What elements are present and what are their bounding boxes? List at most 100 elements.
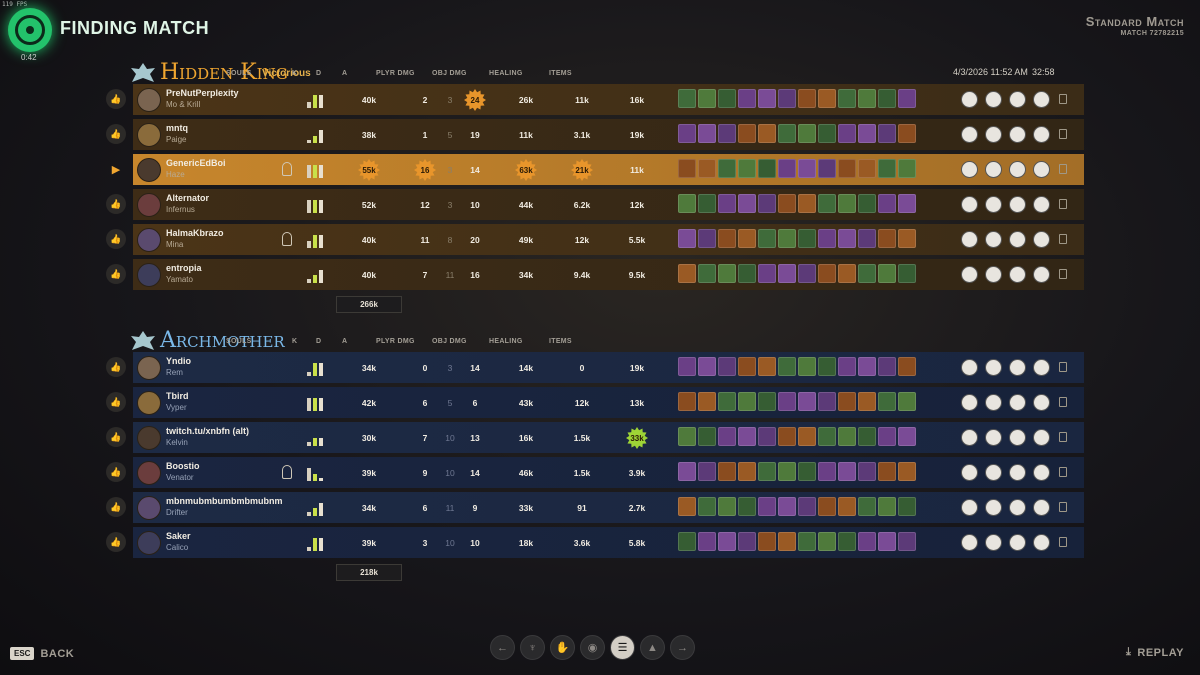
- item-icon[interactable]: [718, 392, 736, 411]
- item-icon[interactable]: [858, 264, 876, 283]
- item-icon[interactable]: [778, 264, 796, 283]
- item-icon[interactable]: [738, 229, 756, 248]
- item-icon[interactable]: [838, 194, 856, 213]
- copy-icon[interactable]: [1059, 129, 1067, 139]
- item-icon[interactable]: [798, 497, 816, 516]
- ability-icon[interactable]: [1033, 126, 1050, 143]
- item-icon[interactable]: [778, 497, 796, 516]
- item-icon[interactable]: [798, 229, 816, 248]
- item-icon[interactable]: [718, 264, 736, 283]
- ability-icon[interactable]: [1033, 231, 1050, 248]
- ability-icon[interactable]: [985, 161, 1002, 178]
- item-icon[interactable]: [758, 264, 776, 283]
- player-row[interactable]: entropia Yamato 40k 7 11 16 34k 9.4k 9.5k: [133, 259, 1084, 290]
- item-icon[interactable]: [718, 159, 736, 178]
- player-row[interactable]: twitch.tu/xnbfn (alt) Kelvin 30k 7 10 13 16k 1.…: [133, 422, 1084, 453]
- item-icon[interactable]: [718, 532, 736, 551]
- item-icon[interactable]: [698, 124, 716, 143]
- item-icon[interactable]: [798, 264, 816, 283]
- item-icon[interactable]: [898, 532, 916, 551]
- item-icon[interactable]: [738, 497, 756, 516]
- player-row[interactable]: GenericEdBoi Haze 55k 16 3 14 63k 21k 11k: [133, 154, 1084, 185]
- item-icon[interactable]: [758, 357, 776, 376]
- item-icon[interactable]: [838, 392, 856, 411]
- item-icon[interactable]: [778, 229, 796, 248]
- item-icon[interactable]: [758, 427, 776, 446]
- item-icon[interactable]: [698, 194, 716, 213]
- player-row[interactable]: mntq Paige 38k 1 5 19 11k 3.1k 19k: [133, 119, 1084, 150]
- item-icon[interactable]: [858, 89, 876, 108]
- item-icon[interactable]: [718, 357, 736, 376]
- item-icon[interactable]: [678, 124, 696, 143]
- ability-icon[interactable]: [1009, 161, 1026, 178]
- copy-icon[interactable]: [1059, 502, 1067, 512]
- ability-icon[interactable]: [1009, 91, 1026, 108]
- item-icon[interactable]: [818, 264, 836, 283]
- ability-icon[interactable]: [985, 196, 1002, 213]
- item-icon[interactable]: [698, 89, 716, 108]
- item-icon[interactable]: [718, 462, 736, 481]
- item-icon[interactable]: [838, 159, 856, 178]
- ability-icon[interactable]: [961, 126, 978, 143]
- item-icon[interactable]: [858, 357, 876, 376]
- endorse-button[interactable]: 👍: [106, 532, 126, 552]
- ability-icon[interactable]: [1033, 91, 1050, 108]
- ability-icon[interactable]: [985, 499, 1002, 516]
- item-icon[interactable]: [698, 462, 716, 481]
- item-icon[interactable]: [898, 89, 916, 108]
- item-icon[interactable]: [838, 229, 856, 248]
- item-icon[interactable]: [858, 532, 876, 551]
- item-icon[interactable]: [738, 392, 756, 411]
- item-icon[interactable]: [738, 89, 756, 108]
- ability-icon[interactable]: [961, 231, 978, 248]
- item-icon[interactable]: [858, 392, 876, 411]
- item-icon[interactable]: [738, 462, 756, 481]
- item-icon[interactable]: [758, 124, 776, 143]
- ability-icon[interactable]: [1033, 464, 1050, 481]
- player-row[interactable]: Yndio Rem 34k 0 3 14 14k 0 19k: [133, 352, 1084, 383]
- player-row[interactable]: PreNutPerplexity Mo & Krill 40k 2 3 24 26k 11k 1…: [133, 84, 1084, 115]
- ability-icon[interactable]: [961, 534, 978, 551]
- player-row[interactable]: HalmaKbrazo Mina 40k 11 8 20 49k 12k 5.5k: [133, 224, 1084, 255]
- endorse-button[interactable]: 👍: [106, 392, 126, 412]
- item-icon[interactable]: [778, 357, 796, 376]
- item-icon[interactable]: [818, 462, 836, 481]
- item-icon[interactable]: [818, 194, 836, 213]
- item-icon[interactable]: [878, 357, 896, 376]
- ability-icon[interactable]: [961, 196, 978, 213]
- endorse-button[interactable]: 👍: [106, 124, 126, 144]
- ability-icon[interactable]: [985, 429, 1002, 446]
- item-icon[interactable]: [718, 427, 736, 446]
- item-icon[interactable]: [758, 159, 776, 178]
- item-icon[interactable]: [898, 194, 916, 213]
- item-icon[interactable]: [678, 194, 696, 213]
- item-icon[interactable]: [678, 264, 696, 283]
- item-icon[interactable]: [858, 462, 876, 481]
- item-icon[interactable]: [758, 532, 776, 551]
- item-icon[interactable]: [798, 532, 816, 551]
- ability-icon[interactable]: [961, 161, 978, 178]
- ability-icon[interactable]: [1033, 429, 1050, 446]
- item-icon[interactable]: [678, 357, 696, 376]
- item-icon[interactable]: [858, 159, 876, 178]
- item-icon[interactable]: [738, 427, 756, 446]
- ability-icon[interactable]: [1033, 534, 1050, 551]
- item-icon[interactable]: [718, 89, 736, 108]
- item-icon[interactable]: [678, 89, 696, 108]
- item-icon[interactable]: [878, 159, 896, 178]
- ability-icon[interactable]: [985, 126, 1002, 143]
- item-icon[interactable]: [838, 427, 856, 446]
- ability-icon[interactable]: [1009, 499, 1026, 516]
- item-icon[interactable]: [838, 357, 856, 376]
- item-icon[interactable]: [758, 229, 776, 248]
- ability-icon[interactable]: [985, 266, 1002, 283]
- arrow-right-nav-button[interactable]: →: [670, 635, 695, 660]
- item-icon[interactable]: [898, 264, 916, 283]
- item-icon[interactable]: [778, 427, 796, 446]
- item-icon[interactable]: [858, 229, 876, 248]
- item-icon[interactable]: [858, 497, 876, 516]
- ability-icon[interactable]: [1033, 161, 1050, 178]
- item-icon[interactable]: [878, 462, 896, 481]
- item-icon[interactable]: [818, 124, 836, 143]
- endorse-button[interactable]: 👍: [106, 264, 126, 284]
